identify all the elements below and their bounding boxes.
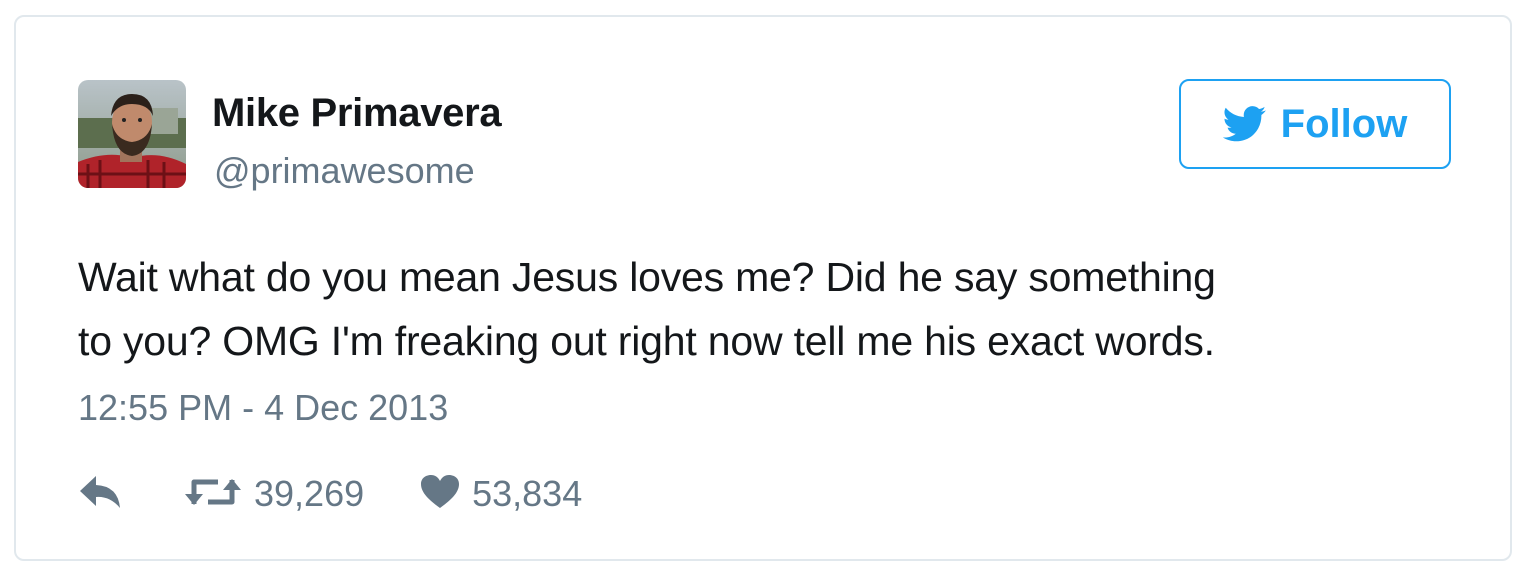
like-count: 53,834 [472, 473, 583, 514]
follow-button[interactable]: Follow [1179, 79, 1451, 169]
author-display-name[interactable]: Mike Primavera [212, 91, 502, 136]
reply-button[interactable] [78, 474, 124, 515]
profile-photo [78, 80, 186, 188]
tweet-text-line: to you? OMG I'm freaking out right now t… [78, 318, 1215, 364]
reply-icon [78, 474, 124, 515]
twitter-bird-icon [1222, 106, 1267, 142]
like-button[interactable]: 53,834 [420, 473, 582, 515]
tweet-card: Mike Primavera @primawesome Follow Wait … [14, 15, 1512, 561]
tweet-actions: 39,269 53,834 [78, 469, 582, 519]
tweet-text: Wait what do you mean Jesus loves me? Di… [78, 245, 1478, 373]
follow-button-label: Follow [1280, 101, 1408, 146]
tweet-text-line: Wait what do you mean Jesus loves me? Di… [78, 254, 1216, 300]
tweet-timestamp[interactable]: 12:55 PM - 4 Dec 2013 [78, 387, 448, 429]
heart-icon [420, 474, 460, 515]
avatar[interactable] [78, 80, 186, 188]
author-handle[interactable]: @primawesome [214, 150, 475, 192]
retweet-count: 39,269 [254, 473, 365, 514]
retweet-icon [184, 474, 242, 515]
retweet-button[interactable]: 39,269 [184, 473, 364, 515]
